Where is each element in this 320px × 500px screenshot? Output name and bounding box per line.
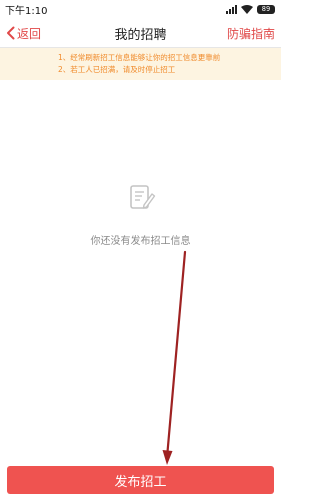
empty-state-message: 你还没有发布招工信息 bbox=[90, 236, 191, 247]
tip-line: 1、经常刷新招工信息能够让你的招工信息更靠前 bbox=[58, 53, 221, 62]
edit-document-icon bbox=[130, 185, 156, 209]
tips-banner: 1、经常刷新招工信息能够让你的招工信息更靠前 2、若工人已招满，请及时停止招工 bbox=[0, 48, 281, 80]
post-job-button[interactable]: 发布招工 bbox=[7, 466, 274, 494]
status-icons: 89 bbox=[226, 4, 275, 14]
anti-fraud-guide-link[interactable]: 防骗指南 bbox=[227, 18, 275, 48]
tip-line: 2、若工人已招满，请及时停止招工 bbox=[58, 65, 176, 74]
status-time: 下午1:10 bbox=[5, 5, 48, 17]
wifi-icon bbox=[241, 4, 253, 14]
nav-bar: 返回 我的招聘 防骗指南 bbox=[0, 18, 281, 48]
status-bar: 下午1:10 89 bbox=[0, 0, 281, 18]
screen: 下午1:10 89 返回 我的招聘 防骗指南 1、经常刷新招工信息能够让你的招工… bbox=[0, 0, 281, 500]
signal-icon bbox=[226, 4, 237, 14]
battery-icon: 89 bbox=[257, 4, 275, 14]
